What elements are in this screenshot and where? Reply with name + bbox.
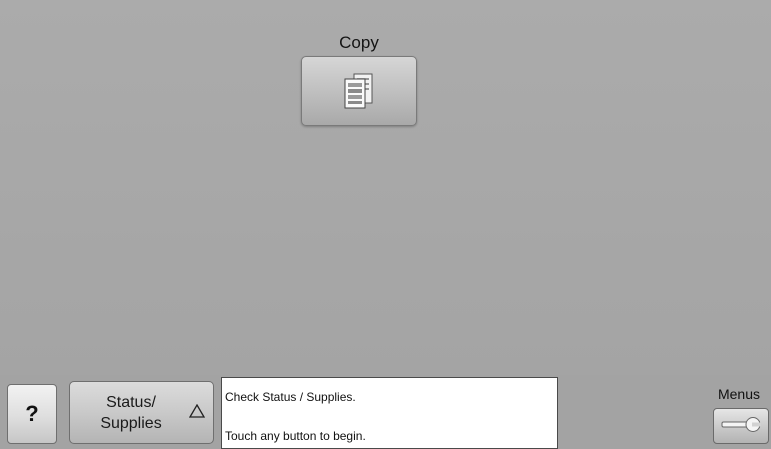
- status-label-line1: Status/: [106, 394, 156, 411]
- help-button[interactable]: ?: [7, 384, 57, 444]
- status-label-line2: Supplies: [100, 415, 162, 432]
- wrench-icon: [719, 413, 763, 440]
- menus-button[interactable]: [713, 408, 769, 444]
- status-message-box: Check Status / Supplies. Touch any butto…: [221, 377, 558, 449]
- triangle-up-icon: [188, 403, 206, 423]
- copy-document-icon: [337, 69, 381, 113]
- status-supplies-button[interactable]: Status/ Supplies: [69, 381, 214, 444]
- copy-label: Copy: [339, 33, 379, 52]
- printer-home-screen: Copy ? Status/ Supplies Check Status / S…: [0, 0, 771, 449]
- message-line-2: Touch any button to begin.: [225, 429, 366, 443]
- status-supplies-label: Status/ Supplies: [86, 392, 176, 434]
- menus-label: Menus: [717, 386, 761, 402]
- message-line-1: Check Status / Supplies.: [225, 390, 356, 404]
- copy-button[interactable]: [301, 56, 417, 126]
